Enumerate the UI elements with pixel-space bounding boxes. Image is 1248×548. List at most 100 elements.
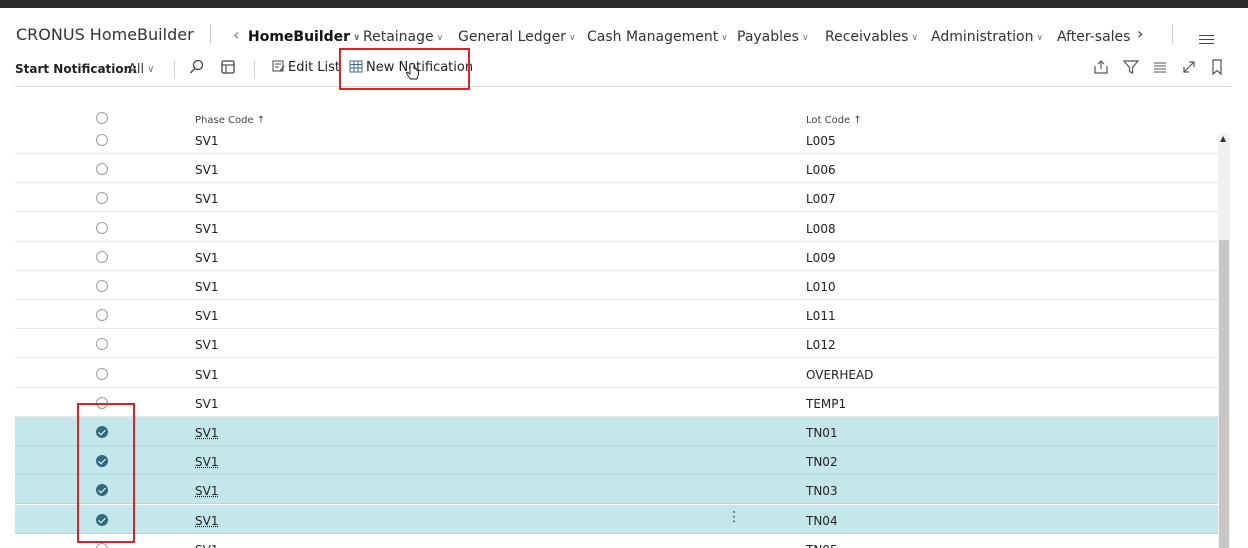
scroll-up-icon[interactable]: ▲ (1220, 134, 1226, 143)
nav-scroll-right-icon[interactable]: › (1137, 24, 1143, 43)
table-row[interactable]: SV1 L011 (15, 300, 1218, 330)
filter-icon[interactable] (1122, 58, 1142, 78)
row-select-radio[interactable] (96, 367, 108, 380)
cell-phase-code[interactable]: SV1 (195, 222, 218, 236)
table-row[interactable]: SV1 TN05 (15, 534, 1218, 548)
cell-lot-code: L012 (806, 338, 836, 353)
action-bar: Start Notification: All ∨ Edit List New N… (0, 52, 1248, 86)
row-actions-icon[interactable]: ⋮ (727, 510, 741, 524)
cell-phase-code[interactable]: SV1 (195, 426, 218, 440)
expand-icon[interactable] (1180, 58, 1200, 78)
toolbar-divider (174, 60, 175, 78)
edit-list-icon (272, 60, 285, 72)
list-icon[interactable] (1151, 58, 1171, 78)
row-select-radio[interactable] (96, 163, 108, 176)
nav-label: Payables (737, 29, 799, 45)
cell-phase-code[interactable]: SV1 (195, 368, 218, 382)
row-select-radio[interactable] (96, 338, 108, 351)
chevron-down-icon: ∨ (568, 33, 576, 43)
table-row[interactable]: SV1 L010 (15, 271, 1218, 300)
chevron-down-icon: ∨ (1036, 33, 1044, 43)
chevron-down-icon: ∨ (801, 33, 809, 43)
cell-phase-code[interactable]: SV1 (195, 338, 218, 352)
row-select-radio[interactable] (96, 309, 108, 322)
table-row[interactable]: SV1 L012 (15, 329, 1218, 359)
nav-retainage[interactable]: Retainage ∨ (363, 29, 443, 45)
chevron-down-icon: ∨ (911, 33, 919, 43)
edit-list-label: Edit List (288, 60, 341, 75)
header-divider (210, 24, 211, 44)
table-row[interactable]: SV1 ⋮ TN04 (15, 504, 1218, 534)
company-name[interactable]: CRONUS HomeBuilder (16, 25, 194, 44)
table-row[interactable]: SV1 TEMP1 (15, 388, 1218, 417)
cell-lot-code: TEMP1 (806, 396, 847, 411)
cell-phase-code[interactable]: SV1 (195, 455, 218, 469)
row-select-radio[interactable] (96, 221, 108, 234)
hamburger-menu-icon[interactable] (1199, 35, 1214, 47)
edit-list-button[interactable]: Edit List (272, 60, 340, 75)
cell-lot-code: L009 (806, 250, 836, 265)
table-row[interactable]: SV1 OVERHEAD (15, 359, 1218, 388)
row-select-radio[interactable] (96, 134, 108, 146)
nav-label: Receivables (825, 29, 909, 45)
cell-phase-code[interactable]: SV1 (195, 543, 218, 548)
filter-label: Start Notification: (15, 62, 137, 76)
row-select-radio[interactable] (96, 280, 108, 292)
table-body: SV1 L005 SV1 L006 SV1 L007 SV1 L008 SV1 L009 SV1 L0… (15, 124, 1218, 548)
cell-lot-code: OVERHEAD (806, 367, 874, 382)
nav-general-ledger[interactable]: General Ledger ∨ (458, 29, 576, 45)
selected-rows-highlight (77, 403, 135, 543)
table-row[interactable]: SV1 L006 (15, 154, 1218, 184)
nav-homebuilder[interactable]: HomeBuilder ∨ (248, 29, 360, 45)
table-row[interactable]: SV1 L008 (15, 213, 1218, 242)
cell-phase-code[interactable]: SV1 (195, 163, 218, 177)
nav-label: After-sales Se (1057, 29, 1135, 45)
chevron-down-icon: ∨ (353, 33, 361, 43)
cell-lot-code: L008 (806, 221, 836, 236)
table-view-icon[interactable] (219, 58, 239, 78)
table-row[interactable]: SV1 TN01 (15, 417, 1218, 446)
filter-dropdown[interactable]: All ∨ (128, 62, 154, 77)
nav-administration[interactable]: Administration ∨ (931, 29, 1043, 45)
nav-label: Retainage (363, 29, 434, 45)
nav-after-sales[interactable]: After-sales Se (1057, 29, 1135, 45)
mouse-cursor-icon (405, 62, 421, 87)
search-icon[interactable] (188, 58, 208, 78)
cell-phase-code[interactable]: SV1 (195, 192, 218, 206)
chevron-down-icon: ∨ (147, 64, 155, 75)
filter-value: All (128, 62, 145, 77)
row-select-radio[interactable] (96, 192, 108, 205)
toolbar-divider (254, 60, 255, 78)
table-row[interactable]: SV1 L007 (15, 183, 1218, 213)
action-bar-divider (15, 86, 1231, 87)
chevron-down-icon: ∨ (436, 33, 444, 43)
cell-phase-code[interactable]: SV1 (195, 309, 218, 323)
row-select-radio[interactable] (96, 542, 108, 548)
cell-lot-code: L010 (806, 280, 836, 294)
scrollbar-thumb[interactable] (1219, 240, 1229, 548)
table-row[interactable]: SV1 TN03 (15, 475, 1218, 505)
nav-cash-management[interactable]: Cash Management ∨ (587, 29, 728, 45)
cell-phase-code[interactable]: SV1 (195, 134, 218, 148)
bookmark-icon[interactable] (1208, 58, 1228, 78)
nav-receivables[interactable]: Receivables ∨ (825, 29, 918, 45)
chevron-down-icon: ∨ (721, 33, 728, 43)
table-row[interactable]: SV1 L005 (15, 125, 1218, 154)
cell-lot-code: L011 (806, 309, 836, 324)
cell-phase-code[interactable]: SV1 (195, 280, 218, 294)
table-row[interactable]: SV1 TN02 (15, 446, 1218, 476)
header-divider (1172, 24, 1173, 44)
row-select-radio[interactable] (96, 250, 108, 263)
table-row[interactable]: SV1 L009 (15, 242, 1218, 271)
select-all-radio[interactable] (96, 112, 108, 124)
share-icon[interactable] (1092, 58, 1112, 78)
cell-lot-code: L007 (806, 192, 836, 207)
nav-label: HomeBuilder (248, 29, 351, 45)
cell-phase-code[interactable]: SV1 (195, 484, 218, 498)
cell-phase-code[interactable]: SV1 (195, 397, 218, 411)
nav-scroll-left-icon[interactable]: ‹ (233, 25, 239, 44)
cell-phase-code[interactable]: SV1 (195, 251, 218, 265)
cell-lot-code: TN03 (806, 484, 838, 499)
nav-payables[interactable]: Payables ∨ (737, 29, 809, 45)
cell-phase-code[interactable]: SV1 (195, 514, 218, 528)
